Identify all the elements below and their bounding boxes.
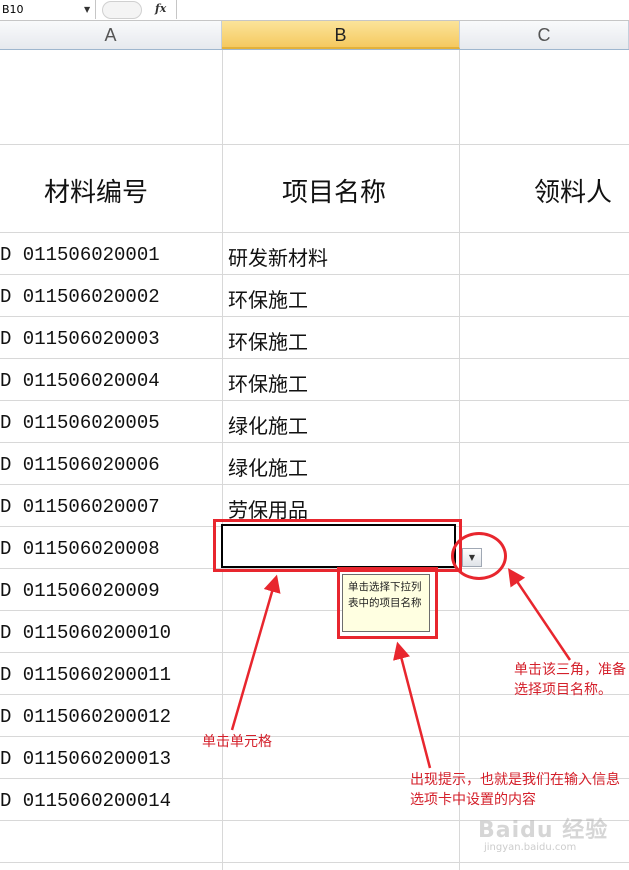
table-row[interactable]: D 0115060200011	[0, 664, 171, 686]
table-row[interactable]: D 0115060200012	[0, 706, 171, 728]
table-row[interactable]: D 011506020006	[0, 454, 160, 476]
project-cell[interactable]: 环保施工	[228, 284, 308, 313]
header-recipient: 领料人	[534, 178, 613, 208]
column-header-b[interactable]: B	[222, 21, 460, 49]
header-material-code: 材料编号	[44, 178, 149, 208]
column-header-a[interactable]: A	[0, 21, 222, 49]
table-row[interactable]: D 011506020001	[0, 244, 160, 266]
formula-bar: B10 ▼ fx	[0, 0, 629, 21]
table-row[interactable]: D 011506020009	[0, 580, 160, 602]
table-row[interactable]: D 0115060200014	[0, 790, 171, 812]
highlight-dropdown-circle	[451, 532, 507, 580]
insert-function-icon[interactable]: fx	[155, 0, 166, 18]
name-box-dropdown-icon[interactable]: ▼	[84, 0, 90, 19]
formula-input[interactable]	[176, 0, 629, 19]
note-click-cell: 单击单元格	[202, 734, 272, 750]
formula-bar-expand-icon[interactable]	[102, 1, 142, 19]
header-project-name: 项目名称	[282, 178, 387, 208]
table-row[interactable]: D 011506020003	[0, 328, 160, 350]
watermark-url: jingyan.baidu.com	[484, 842, 577, 853]
note-prompt-appears: 出现提示，也就是我们在输入信息选项卡中设置的内容	[410, 772, 620, 808]
project-cell[interactable]: 环保施工	[228, 326, 308, 355]
baidu-watermark-logo: Baidu 经验	[478, 818, 609, 843]
highlight-active-cell	[213, 519, 462, 572]
table-row[interactable]: D 011506020008	[0, 538, 160, 560]
table-row[interactable]: D 011506020005	[0, 412, 160, 434]
project-cell[interactable]: 环保施工	[228, 368, 308, 397]
table-row[interactable]: D 0115060200010	[0, 622, 171, 644]
column-headers: A B C	[0, 21, 629, 50]
table-row[interactable]: D 011506020004	[0, 370, 160, 392]
note-click-triangle: 单击该三角，准备选择项目名称。	[514, 662, 626, 698]
table-row[interactable]: D 011506020002	[0, 286, 160, 308]
table-row[interactable]: D 0115060200013	[0, 748, 171, 770]
project-cell[interactable]: 绿化施工	[228, 410, 308, 439]
project-cell[interactable]: 绿化施工	[228, 452, 308, 481]
name-box[interactable]: B10	[0, 0, 96, 19]
project-cell[interactable]: 研发新材料	[228, 242, 328, 271]
column-header-c[interactable]: C	[460, 21, 629, 49]
table-row[interactable]: D 011506020007	[0, 496, 160, 518]
input-message-tooltip: 单击选择下拉列表中的项目名称	[342, 574, 430, 632]
